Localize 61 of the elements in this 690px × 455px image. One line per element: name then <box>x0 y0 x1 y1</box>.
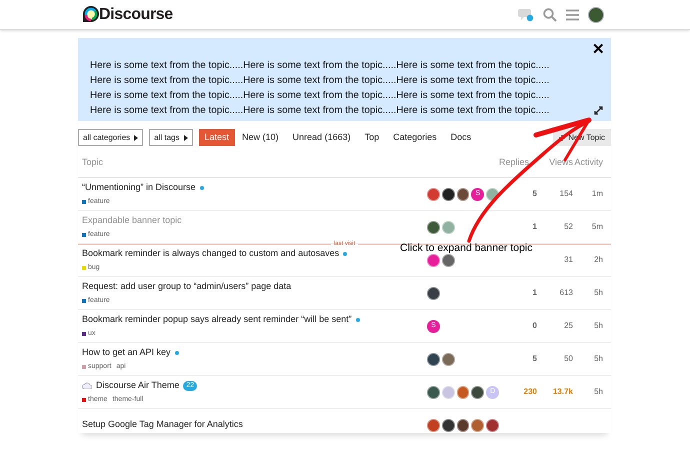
avatar[interactable] <box>486 418 499 432</box>
views-count: 50 <box>564 354 573 363</box>
replies-count: 5 <box>532 189 537 198</box>
nav-tab[interactable]: Unread (1663) <box>286 129 358 146</box>
banner-text: Here is some text from the topic.....Here is some text from the topic.....Here is some text from the topic..... <box>90 89 550 103</box>
filter-dropdown[interactable]: all tags <box>149 129 192 146</box>
nav-tab[interactable]: Top <box>358 129 386 146</box>
topic-title[interactable]: Request: add user group to “admin/users” page data <box>82 280 292 294</box>
activity-time[interactable]: 5h <box>594 387 603 396</box>
views-count: 25 <box>564 321 573 330</box>
activity-time[interactable]: 5h <box>594 288 603 297</box>
nav-tab[interactable]: Latest <box>198 129 236 146</box>
replies-count: 1 <box>532 222 537 231</box>
views-count: 52 <box>564 222 573 231</box>
activity-time[interactable]: 5h <box>594 354 603 363</box>
avatar[interactable] <box>427 352 440 366</box>
avatar[interactable] <box>442 188 455 200</box>
avatar[interactable] <box>427 220 440 234</box>
annotation-text: Click to expand banner topic <box>400 242 532 254</box>
chat-icon[interactable] <box>518 7 534 22</box>
views-count: 13.7k <box>552 387 573 396</box>
avatar[interactable] <box>427 386 440 398</box>
topic-title[interactable]: Bookmark reminder is always changed to custom and autosaves <box>82 247 340 260</box>
close-button[interactable]: ✕ <box>592 42 605 57</box>
topic-title[interactable]: How to get an API key <box>82 346 171 360</box>
replies-count: 1 <box>532 288 537 297</box>
plus-icon <box>559 134 566 140</box>
avatar[interactable] <box>471 386 484 398</box>
filter-dropdown[interactable]: all categories <box>78 129 144 146</box>
activity-time[interactable]: 5m <box>592 222 603 231</box>
replies-count: 5 <box>532 354 537 363</box>
logo-text: Discourse <box>99 4 173 24</box>
nav-tab[interactable]: New (10) <box>235 129 286 146</box>
activity-time[interactable]: 5h <box>594 321 603 330</box>
search-icon[interactable] <box>543 8 557 22</box>
user-avatar[interactable] <box>588 6 604 22</box>
avatar[interactable] <box>456 188 470 200</box>
caret-icon <box>134 134 138 140</box>
avatar[interactable] <box>442 418 455 432</box>
topic-title[interactable]: Setup Google Tag Manager for Analytics <box>82 418 243 432</box>
activity-time[interactable]: 1m <box>592 189 603 198</box>
avatar[interactable] <box>456 418 470 432</box>
menu-icon[interactable] <box>566 8 579 20</box>
activity-time[interactable]: 2h <box>594 255 603 264</box>
caret-icon <box>184 134 188 140</box>
replies-count: 0 <box>532 321 537 330</box>
expand-icon[interactable] <box>594 106 603 115</box>
banner-text: Here is some text from the topic.....Here is some text from the topic.....Here is some text from the topic..... <box>90 74 550 88</box>
views-count: 31 <box>564 255 573 264</box>
views-count: 613 <box>560 288 573 297</box>
topic-title[interactable]: Discourse Air Theme <box>96 379 180 392</box>
nav-tab[interactable]: Categories <box>386 129 444 146</box>
logo-icon <box>82 4 100 24</box>
nav-tab[interactable]: Docs <box>444 129 478 146</box>
topic-title[interactable]: Bookmark reminder popup says already sent reminder “will be sent” <box>82 313 352 326</box>
topic-title[interactable]: “Unmentioning” in Discourse <box>82 181 196 194</box>
banner-text: Here is some text from the topic.....Here is some text from the topic.....Here is some text from the topic..... <box>90 104 550 118</box>
views-count: 154 <box>560 189 573 198</box>
replies-count: 230 <box>524 387 537 396</box>
banner-text: Here is some text from the topic.....Here is some text from the topic.....Here is some text from the topic..... <box>90 59 550 73</box>
avatar[interactable] <box>427 286 440 300</box>
